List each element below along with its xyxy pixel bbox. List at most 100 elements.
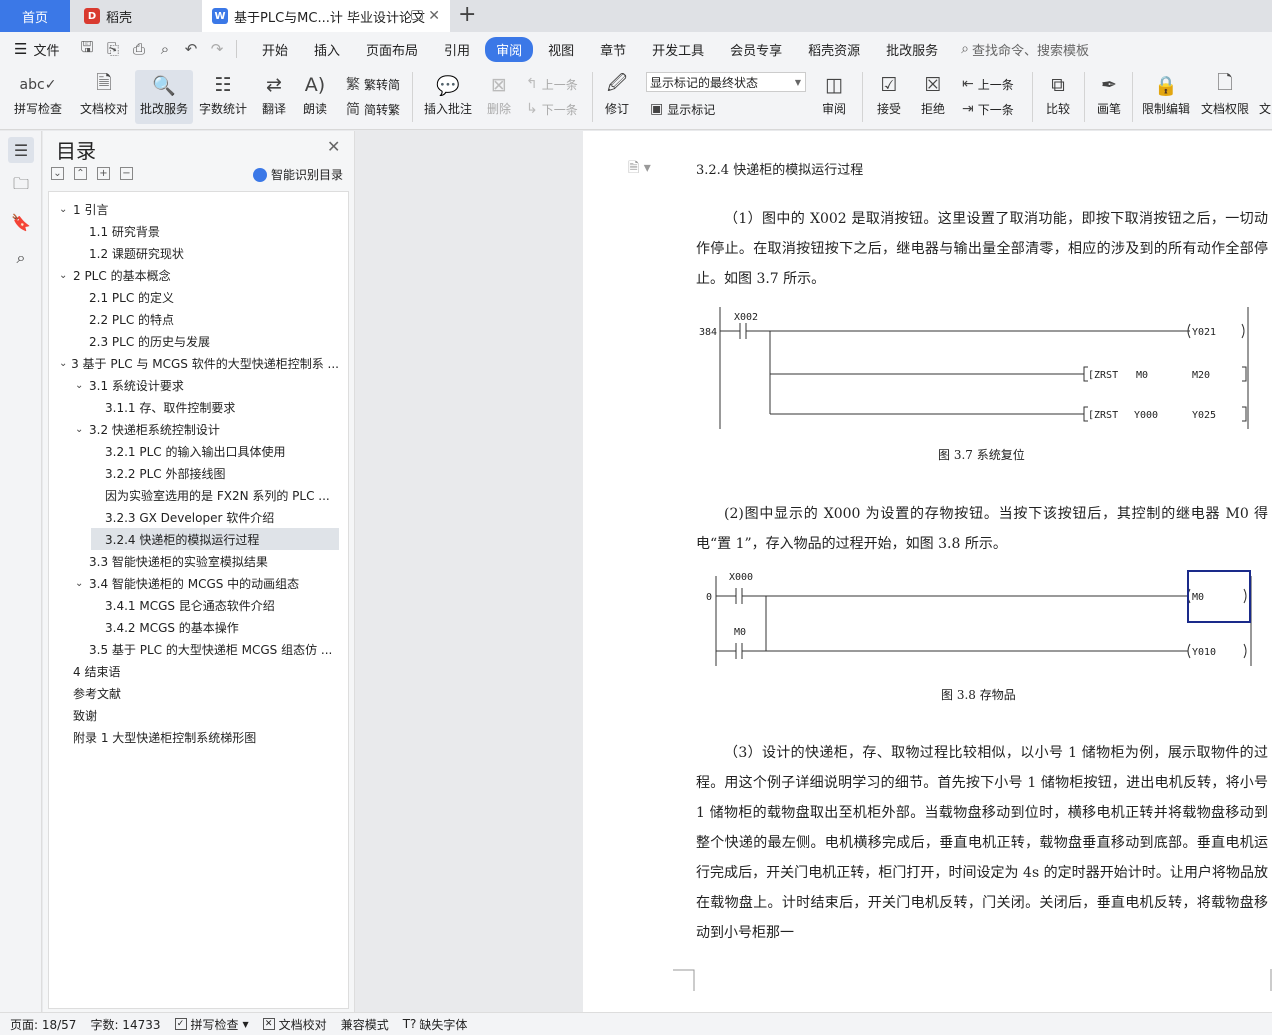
accept-button[interactable]: ☑ 接受: [870, 70, 908, 124]
toc-panel-icon[interactable]: ☰: [8, 137, 34, 163]
doc-proof-status-button[interactable]: ✕ 文档校对: [262, 1016, 327, 1033]
toc-item[interactable]: ⌄ 3 基于 PLC 与 MCGS 软件的大型快递柜控制系 ...: [59, 352, 339, 374]
next-comment-button[interactable]: ↳ 下一条: [526, 99, 578, 119]
undo-icon[interactable]: ↶: [182, 40, 200, 58]
to-simplified-button[interactable]: 简 简转繁: [346, 99, 400, 119]
prev-comment-button[interactable]: ↰ 上一条: [526, 74, 578, 94]
toc-item[interactable]: 附录 1 大型快递柜控制系统梯形图: [59, 726, 339, 748]
word-count-button[interactable]: ☷ 字数统计: [196, 70, 250, 124]
toc-item[interactable]: 3.4.2 MCGS 的基本操作: [91, 616, 339, 638]
bookmark-icon[interactable]: 🔖: [8, 209, 34, 235]
menu-tab[interactable]: 视图: [537, 37, 585, 62]
show-markup-button[interactable]: ▣ 显示标记: [650, 99, 715, 119]
menu-tab[interactable]: 引用: [433, 37, 481, 62]
toc-item[interactable]: 2.2 PLC 的特点: [75, 308, 339, 330]
compare-button[interactable]: ⧉ 比较: [1040, 70, 1076, 124]
pen-button[interactable]: ✒ 画笔: [1092, 70, 1126, 124]
chevron-down-icon[interactable]: ⌄: [59, 358, 71, 369]
add-heading-icon[interactable]: +: [97, 167, 110, 180]
word-count-indicator[interactable]: 字数: 14733: [90, 1016, 160, 1033]
toc-item[interactable]: ⌄ 3.4 智能快递柜的 MCGS 中的动画组态: [75, 572, 339, 594]
menu-tab[interactable]: 批改服务: [875, 37, 949, 62]
prev-change-button[interactable]: ⇤ 上一条: [962, 74, 1014, 94]
command-search[interactable]: ⌕ 查找命令、搜索模板: [961, 40, 1089, 59]
revise-service-button[interactable]: 🔍 批改服务: [135, 70, 193, 124]
spell-check-toggle[interactable]: ✓ 拼写检查 ▼: [174, 1016, 249, 1033]
menu-tab[interactable]: 稻壳资源: [797, 37, 871, 62]
tab-home[interactable]: 首页: [0, 0, 70, 32]
toc-item-label: 3.2.1 PLC 的输入输出口具体使用: [105, 444, 286, 459]
toc-item[interactable]: ⌄ 1 引言: [59, 198, 339, 220]
toc-item[interactable]: ⌄ 3.2 快递柜系统控制设计: [75, 418, 339, 440]
toc-item[interactable]: 3.2.1 PLC 的输入输出口具体使用: [91, 440, 339, 462]
chevron-down-icon[interactable]: ⌄: [59, 204, 73, 215]
save-icon[interactable]: 🖫: [78, 37, 96, 62]
tab-document[interactable]: W 基于PLC与MC...计 毕业设计论文 ✕: [202, 0, 450, 32]
track-changes-button[interactable]: 🖉 修订: [600, 70, 634, 124]
toc-item[interactable]: ⌄ 3.1 系统设计要求: [75, 374, 339, 396]
chevron-down-icon[interactable]: ⌄: [75, 424, 89, 435]
menu-tab[interactable]: 开发工具: [641, 37, 715, 62]
toc-item[interactable]: 3.2.4 快递柜的模拟运行过程: [91, 528, 339, 550]
toc-item[interactable]: 2.1 PLC 的定义: [75, 286, 339, 308]
search-icon[interactable]: ⌕: [8, 245, 34, 271]
close-icon[interactable]: ✕: [327, 137, 340, 156]
close-tab-icon[interactable]: ✕: [428, 8, 440, 24]
doc-proof-button[interactable]: 🗎 文档校对: [76, 70, 132, 124]
export-pdf-icon[interactable]: ⎘: [104, 40, 122, 58]
paragraph-1: （1）图中的 X002 是取消按钮。这里设置了取消功能，即按下取消按钮之后，一切…: [696, 211, 1268, 287]
page-indicator[interactable]: 页面: 18/57: [10, 1016, 76, 1033]
sync-icon[interactable]: [411, 10, 423, 20]
toc-item[interactable]: 1.1 研究背景: [75, 220, 339, 242]
chapter-nav-icon[interactable]: 🗀: [8, 173, 34, 199]
read-aloud-button[interactable]: A) 朗读: [297, 70, 333, 124]
toc-item[interactable]: 1.2 课题研究现状: [75, 242, 339, 264]
toc-item[interactable]: 3.3 智能快递柜的实验室模拟结果: [75, 550, 339, 572]
toc-item[interactable]: 致谢: [59, 704, 339, 726]
toc-item[interactable]: 4 结束语: [59, 660, 339, 682]
insert-comment-button[interactable]: 💬 插入批注: [420, 70, 476, 124]
toc-item[interactable]: 因为实验室选用的是 FX2N 系列的 PLC ...: [91, 484, 339, 506]
collapse-all-icon[interactable]: ⌄: [51, 167, 64, 180]
redo-icon[interactable]: ↷: [208, 40, 226, 58]
file-menu[interactable]: ☰ 文件: [0, 40, 72, 59]
spell-check-button[interactable]: abc✓ 拼写检查: [6, 70, 70, 124]
tab-daoke[interactable]: D 稻壳: [72, 0, 200, 32]
remove-heading-icon[interactable]: −: [120, 167, 133, 180]
smart-toc-button[interactable]: 智能识别目录: [253, 166, 343, 183]
display-mode-select[interactable]: 显示标记的最终状态 ▼: [646, 72, 806, 92]
toc-item[interactable]: 3.1.1 存、取件控制要求: [91, 396, 339, 418]
chevron-down-icon[interactable]: ⌄: [75, 380, 89, 391]
menu-tab[interactable]: 会员专享: [719, 37, 793, 62]
chevron-down-icon[interactable]: ⌄: [75, 578, 89, 589]
print-preview-icon[interactable]: ⌕: [156, 40, 174, 58]
menu-tab[interactable]: 插入: [303, 37, 351, 62]
page-options-icon[interactable]: 🗎 ▾: [628, 157, 651, 181]
toc-item[interactable]: 3.4.1 MCGS 昆仑通态软件介绍: [91, 594, 339, 616]
print-icon[interactable]: ⎙: [130, 40, 148, 58]
restrict-editing-button[interactable]: 🔒 限制编辑: [1140, 70, 1192, 124]
toc-item[interactable]: 参考文献: [59, 682, 339, 704]
translate-button[interactable]: ⇄ 翻译: [254, 70, 294, 124]
ribbon-overflow-button[interactable]: 文: [1258, 70, 1272, 124]
menu-tab[interactable]: 章节: [589, 37, 637, 62]
menu-tab[interactable]: 开始: [251, 37, 299, 62]
next-change-button[interactable]: ⇥ 下一条: [962, 99, 1014, 119]
chevron-down-icon[interactable]: ⌄: [59, 270, 73, 281]
reject-button[interactable]: ☒ 拒绝: [914, 70, 952, 124]
new-tab-button[interactable]: +: [458, 2, 476, 27]
doc-proof-status: 文档校对: [278, 1017, 327, 1032]
toc-item[interactable]: 2.3 PLC 的历史与发展: [75, 330, 339, 352]
review-pane-button[interactable]: ◫ 审阅: [816, 70, 852, 124]
toc-item[interactable]: ⌄ 2 PLC 的基本概念: [59, 264, 339, 286]
toc-item[interactable]: 3.2.3 GX Developer 软件介绍: [91, 506, 339, 528]
menu-tab[interactable]: 审阅: [485, 36, 534, 62]
delete-comment-button[interactable]: ⊠ 删除: [480, 70, 518, 124]
toc-item[interactable]: 3.2.2 PLC 外部接线图: [91, 462, 339, 484]
missing-font-button[interactable]: T? 缺失字体: [403, 1016, 468, 1033]
toc-item[interactable]: 3.5 基于 PLC 的大型快递柜 MCGS 组态仿 ...: [75, 638, 339, 660]
expand-all-icon[interactable]: ⌃: [74, 167, 87, 180]
menu-tab[interactable]: 页面布局: [355, 37, 429, 62]
doc-permission-button[interactable]: 🗋 文档权限: [1198, 70, 1252, 124]
to-traditional-button[interactable]: 繁 繁转简: [346, 74, 400, 94]
